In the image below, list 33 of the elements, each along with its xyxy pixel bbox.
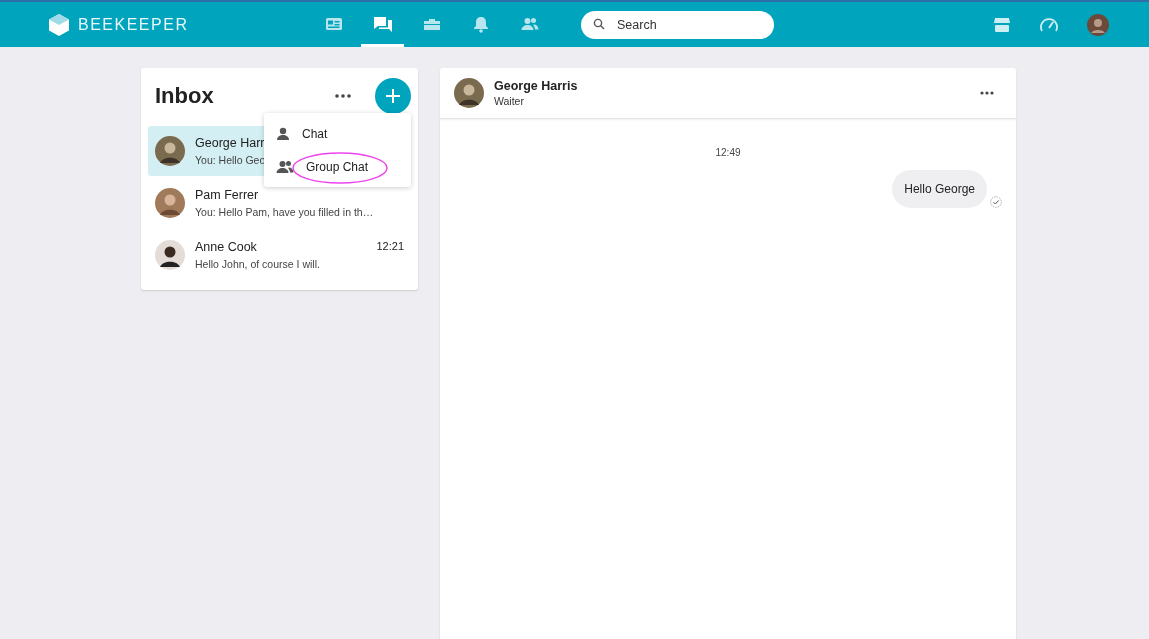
conversation-item[interactable]: Anne Cook 12:21 Hello John, of course I will. [148,230,411,280]
avatar-icon [155,136,185,166]
storefront-icon[interactable] [993,16,1011,33]
new-chat-button[interactable] [375,78,411,114]
contact-role: Waiter [494,95,525,107]
avatar-icon[interactable] [1087,13,1109,36]
search-field[interactable]: Search [581,10,774,39]
inbox-title: Inbox [155,83,215,109]
avatar-icon [155,240,185,270]
people-icon [519,15,540,33]
message-preview: You: Hello Pam, have you filled in th… [195,206,374,218]
brand-name: BEEKEEPER [78,15,189,34]
message-preview: Hello John, of course I will. [195,258,320,270]
message-timestamp: 12:49 [715,147,741,158]
contact-name: Pam Ferrer [195,188,259,202]
contact-name: George Harr [195,136,265,150]
message-time: 12:21 [376,240,404,254]
avatar-icon [454,78,484,108]
plus-icon [385,88,401,104]
person-icon [276,126,290,141]
menu-item[interactable]: Chat [264,117,411,150]
search-icon [593,17,605,30]
avatar-icon [155,188,185,218]
hexagon-logo-icon [48,12,70,37]
chat-icon [372,15,393,33]
contact-name: George Harris [494,79,579,93]
message-bubble: Hello George [892,170,987,208]
contact-name: Anne Cook [195,240,257,254]
speedometer-icon[interactable] [1039,16,1059,33]
more-icon[interactable] [335,94,351,98]
people-icon [276,159,294,174]
news-icon [323,15,344,33]
more-icon[interactable] [980,91,994,95]
